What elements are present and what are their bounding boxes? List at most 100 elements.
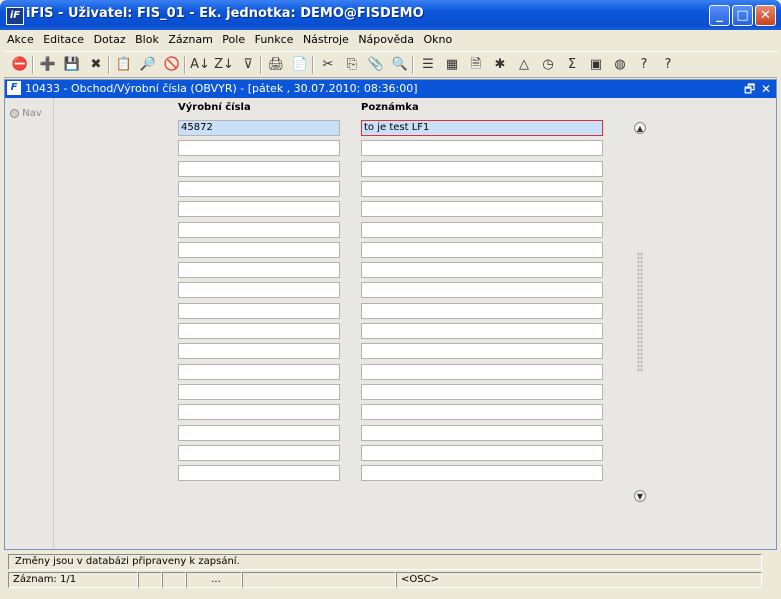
serial-number-field[interactable] <box>178 343 340 360</box>
serial-number-field[interactable] <box>178 302 340 319</box>
note-field[interactable] <box>361 180 603 197</box>
serial-number-field[interactable] <box>178 465 340 482</box>
serial-number-field[interactable] <box>178 383 340 400</box>
note-field[interactable] <box>361 140 603 157</box>
save-icon[interactable]: 💾 <box>62 55 82 75</box>
nav-radio-icon <box>10 108 19 118</box>
nav-item[interactable]: Nav <box>10 108 42 119</box>
status-record: Záznam: 1/1 <box>8 572 138 588</box>
note-field[interactable] <box>361 160 603 177</box>
serial-number-field[interactable] <box>178 323 340 339</box>
status-segment-4: ... <box>186 572 242 588</box>
serial-number-field[interactable] <box>178 444 340 461</box>
menu-nastroje[interactable]: Nástroje <box>300 30 352 50</box>
insert-record-icon[interactable]: ➕ <box>38 55 58 75</box>
note-field[interactable] <box>361 343 603 360</box>
status-segment-5 <box>242 572 396 588</box>
menu-dotaz[interactable]: Dotaz <box>91 30 129 50</box>
filter-icon[interactable]: ⊽ <box>238 55 258 75</box>
cut-icon[interactable]: ✂ <box>318 55 338 75</box>
serial-number-field[interactable] <box>178 363 340 380</box>
find-icon[interactable]: 🔍 <box>390 55 410 75</box>
copy-icon[interactable]: ⎘ <box>342 55 362 75</box>
serial-number-field[interactable] <box>178 201 340 218</box>
menu-editace[interactable]: Editace <box>40 30 87 50</box>
delete-record-icon[interactable]: ✖ <box>86 55 106 75</box>
status-bar: Změny jsou v databázi připraveny k zapsá… <box>4 550 777 595</box>
serial-number-field[interactable] <box>178 404 340 421</box>
print-icon[interactable]: 🖨 <box>266 55 286 75</box>
toolbar-separator <box>184 56 186 74</box>
column-header-note: Poznámka <box>361 102 419 113</box>
context-help-icon[interactable]: ? <box>658 55 678 75</box>
serial-number-field[interactable] <box>178 424 340 441</box>
toolbar-separator <box>312 56 314 74</box>
serial-number-field[interactable] <box>178 160 340 177</box>
columns-icon[interactable]: ▦ <box>442 55 462 75</box>
print-preview-icon[interactable]: 📄 <box>290 55 310 75</box>
exit-icon[interactable]: ⛔ <box>10 55 30 75</box>
execute-query-icon[interactable]: 🔎 <box>138 55 158 75</box>
note-field[interactable] <box>361 424 603 441</box>
menu-napoveda[interactable]: Nápověda <box>355 30 417 50</box>
form-title: 10433 - Obchod/Výrobní čísla (OBVYR) - [… <box>25 82 418 95</box>
clock-icon[interactable]: ◷ <box>538 55 558 75</box>
scroll-grip[interactable] <box>637 252 643 372</box>
note-field[interactable] <box>361 282 603 299</box>
restore-icon[interactable]: 🗗 <box>744 81 755 97</box>
menu-zaznam[interactable]: Záznam <box>165 30 215 50</box>
note-field[interactable] <box>361 201 603 218</box>
note-field[interactable] <box>361 241 603 258</box>
note-field[interactable] <box>361 383 603 400</box>
toolbar-separator <box>108 56 110 74</box>
menu-okno[interactable]: Okno <box>421 30 456 50</box>
triangle-icon[interactable]: △ <box>514 55 534 75</box>
app-icon: iF <box>6 7 24 25</box>
globe-icon[interactable]: ◍ <box>610 55 630 75</box>
window-title-bar[interactable]: iF iFIS - Uživatel: FIS_01 - Ek. jednotk… <box>0 0 781 30</box>
form-title-bar[interactable]: F 10433 - Obchod/Výrobní čísla (OBVYR) -… <box>5 80 776 98</box>
scroll-up-icon[interactable]: ▲ <box>634 122 646 134</box>
cancel-query-icon[interactable]: 🚫 <box>162 55 182 75</box>
query-icon[interactable]: 📋 <box>114 55 134 75</box>
sum-icon[interactable]: Σ <box>562 55 582 75</box>
tools-icon[interactable]: ✱ <box>490 55 510 75</box>
note-field[interactable] <box>361 465 603 482</box>
status-segment-2 <box>138 572 162 588</box>
close-button[interactable]: ✕ <box>755 5 776 26</box>
vertical-scrollbar[interactable]: ▲ ▼ <box>634 122 646 502</box>
serial-number-field[interactable] <box>178 262 340 279</box>
form-close-icon[interactable]: ✕ <box>761 81 771 97</box>
note-field[interactable] <box>361 302 603 319</box>
minimize-button[interactable]: _ <box>709 5 730 26</box>
note-field[interactable]: to je test LF1 <box>361 120 603 136</box>
menu-funkce[interactable]: Funkce <box>252 30 297 50</box>
menu-pole[interactable]: Pole <box>219 30 248 50</box>
serial-number-field[interactable] <box>178 221 340 238</box>
paste-icon[interactable]: 📎 <box>366 55 386 75</box>
note-field[interactable] <box>361 444 603 461</box>
serial-number-field[interactable]: 45872 <box>178 120 340 136</box>
sort-desc-icon[interactable]: Z↓ <box>214 55 234 75</box>
note-field[interactable] <box>361 404 603 421</box>
menu-akce[interactable]: Akce <box>4 30 37 50</box>
scroll-down-icon[interactable]: ▼ <box>634 490 646 502</box>
note-field[interactable] <box>361 363 603 380</box>
maximize-button[interactable]: □ <box>732 5 753 26</box>
serial-number-field[interactable] <box>178 180 340 197</box>
nav-label: Nav <box>22 108 42 119</box>
serial-number-field[interactable] <box>178 282 340 299</box>
note-field[interactable] <box>361 262 603 279</box>
note-field[interactable] <box>361 323 603 339</box>
excel-icon[interactable]: ▣ <box>586 55 606 75</box>
sort-asc-icon[interactable]: A↓ <box>190 55 210 75</box>
help-icon[interactable]: ? <box>634 55 654 75</box>
menu-blok[interactable]: Blok <box>132 30 162 50</box>
note-field[interactable] <box>361 221 603 238</box>
serial-number-field[interactable] <box>178 241 340 258</box>
serial-number-field[interactable] <box>178 140 340 157</box>
menu-bar: Akce Editace Dotaz Blok Záznam Pole Funk… <box>4 30 777 50</box>
form-icon[interactable]: 🗎 <box>466 55 486 75</box>
window-title: iFIS - Uživatel: FIS_01 - Ek. jednotka: … <box>26 6 424 21</box>
list-icon[interactable]: ☰ <box>418 55 438 75</box>
